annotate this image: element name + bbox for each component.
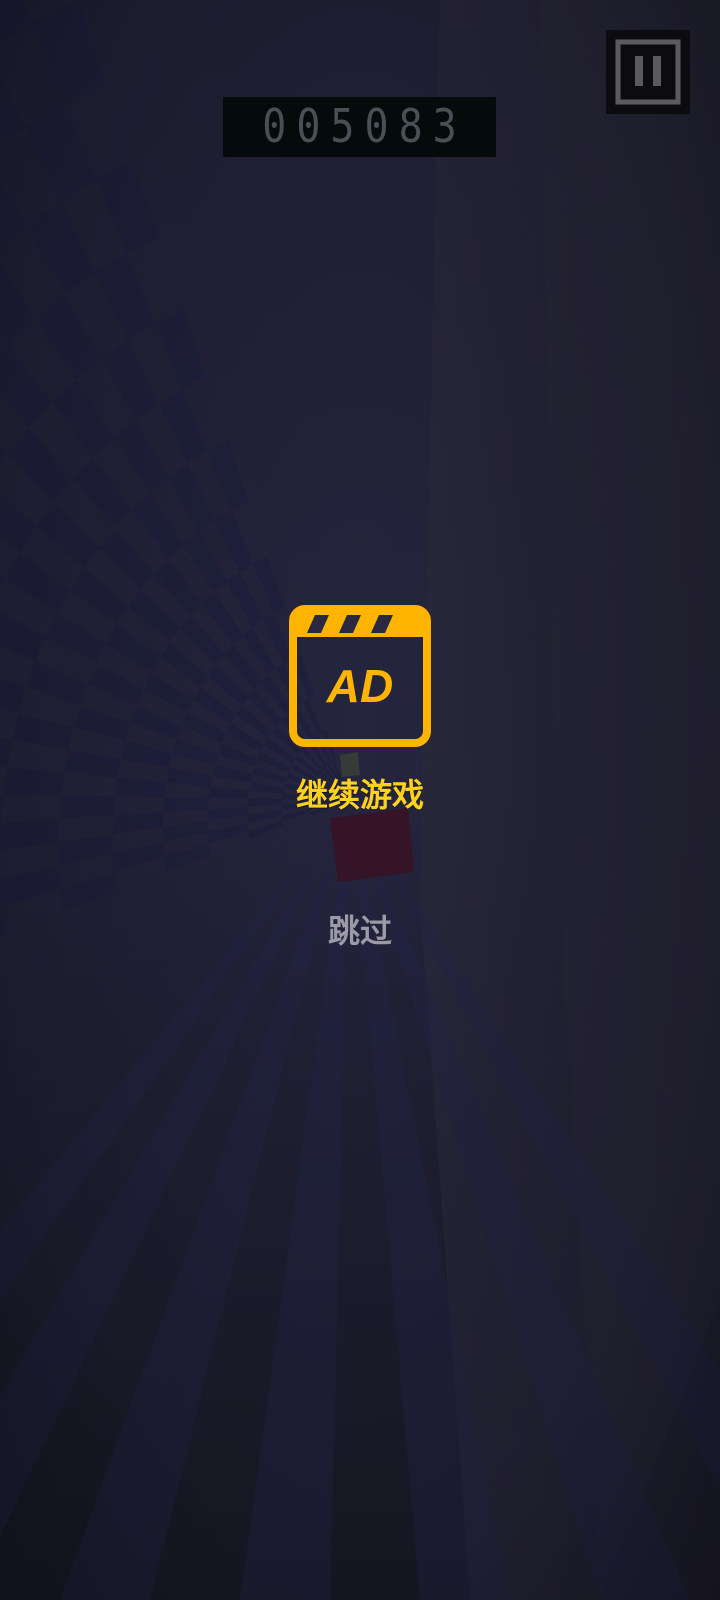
- ad-icon-text: AD: [326, 660, 393, 712]
- score-panel: 005083: [223, 97, 496, 157]
- game-screen: 005083 AD 继续游戏 跳过: [0, 0, 720, 1600]
- skip-label[interactable]: 跳过: [260, 906, 460, 952]
- score-value: 005083: [262, 100, 467, 154]
- ad-clapperboard-icon[interactable]: AD: [289, 605, 431, 747]
- pause-button[interactable]: [606, 30, 690, 114]
- pause-icon: [615, 39, 681, 105]
- continue-game-label[interactable]: 继续游戏: [210, 770, 510, 816]
